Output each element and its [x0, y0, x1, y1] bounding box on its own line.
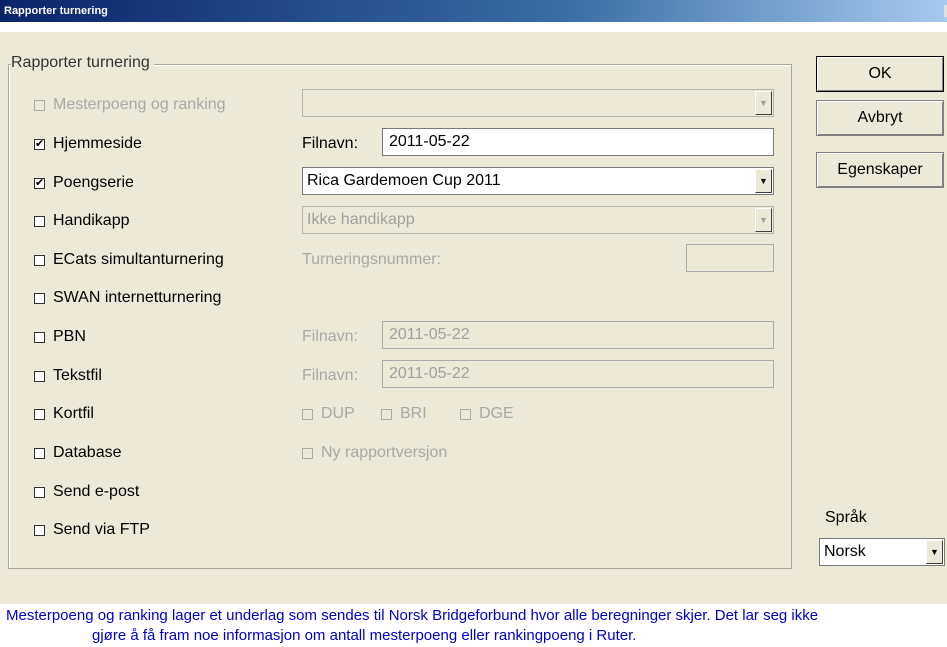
- checkbox-poengserie[interactable]: ✔ Poengserie: [34, 173, 134, 193]
- checkbox-box: [34, 408, 45, 420]
- checkbox-box: [34, 524, 45, 536]
- checkbox-box: [34, 331, 45, 343]
- checkbox-box: [302, 447, 313, 459]
- checkbox-box: [302, 408, 313, 420]
- checkbox-dge[interactable]: DGE: [460, 404, 514, 424]
- title-separator: [0, 22, 947, 32]
- poengserie-select[interactable]: Rica Gardemoen Cup 2011 ▼: [302, 167, 774, 195]
- check-icon: ✔: [34, 137, 45, 150]
- checkbox-box: [34, 370, 45, 382]
- chevron-down-icon[interactable]: ▼: [755, 208, 772, 232]
- checkbox-database[interactable]: Database: [34, 443, 122, 463]
- tekstfil-filename-input[interactable]: 2011-05-22: [382, 360, 774, 388]
- checkbox-swan[interactable]: SWAN internetturnering: [34, 288, 221, 308]
- language-select[interactable]: Norsk ▼: [819, 538, 945, 566]
- checkbox-send-epost[interactable]: Send e-post: [34, 482, 139, 502]
- hjemmeside-filename-label: Filnavn:: [302, 135, 359, 152]
- checkbox-box: [34, 447, 45, 459]
- checkbox-box: [381, 408, 392, 420]
- checkbox-mesterpoeng[interactable]: Mesterpoeng og ranking: [34, 95, 226, 115]
- mesterpoeng-select[interactable]: ▼: [302, 89, 774, 117]
- title-bar: Rapporter turnering: [0, 0, 947, 22]
- ok-button[interactable]: OK: [816, 56, 944, 92]
- check-icon: ✔: [34, 176, 45, 189]
- info-line-1: Mesterpoeng og ranking lager et underlag…: [6, 607, 819, 624]
- pbn-filename-input[interactable]: 2011-05-22: [382, 321, 774, 349]
- checkbox-ny-rapportversjon[interactable]: Ny rapportversjon: [302, 443, 447, 463]
- handikapp-select[interactable]: Ikke handikapp ▼: [302, 206, 774, 234]
- checkbox-send-ftp[interactable]: Send via FTP: [34, 520, 150, 540]
- cancel-button[interactable]: Avbryt: [816, 100, 944, 136]
- checkbox-box: [34, 215, 45, 227]
- chevron-down-icon[interactable]: ▼: [755, 91, 772, 115]
- checkbox-hjemmeside[interactable]: ✔ Hjemmeside: [34, 134, 142, 154]
- checkbox-dup[interactable]: DUP: [302, 404, 355, 424]
- checkbox-pbn[interactable]: PBN: [34, 327, 86, 347]
- chevron-down-icon[interactable]: ▼: [926, 540, 943, 564]
- checkbox-kortfil[interactable]: Kortfil: [34, 404, 94, 424]
- checkbox-bri[interactable]: BRI: [381, 404, 427, 424]
- tekstfil-filename-label: Filnavn:: [302, 367, 359, 384]
- turneringsnummer-label: Turneringsnummer:: [302, 251, 442, 268]
- pbn-filename-label: Filnavn:: [302, 328, 359, 345]
- chevron-down-icon[interactable]: ▼: [755, 169, 772, 193]
- hjemmeside-filename-input[interactable]: 2011-05-22: [382, 128, 774, 156]
- properties-button[interactable]: Egenskaper: [816, 152, 944, 188]
- checkbox-box: [34, 99, 45, 111]
- checkbox-tekstfil[interactable]: Tekstfil: [34, 366, 102, 386]
- group-legend: Rapporter turnering: [11, 54, 154, 72]
- checkbox-box: [460, 408, 471, 420]
- info-panel: Mesterpoeng og ranking lager et underlag…: [0, 604, 947, 647]
- checkbox-ecats[interactable]: ECats simultanturnering: [34, 250, 224, 270]
- checkbox-box: [34, 292, 45, 304]
- language-label: Språk: [825, 509, 867, 526]
- checkbox-box: [34, 486, 45, 498]
- info-line-2: gjøre å få fram noe informasjon om antal…: [92, 627, 637, 644]
- checkbox-handikapp[interactable]: Handikapp: [34, 211, 130, 231]
- checkbox-box: [34, 254, 45, 266]
- turneringsnummer-input[interactable]: [686, 244, 774, 272]
- window-title: Rapporter turnering: [4, 5, 108, 17]
